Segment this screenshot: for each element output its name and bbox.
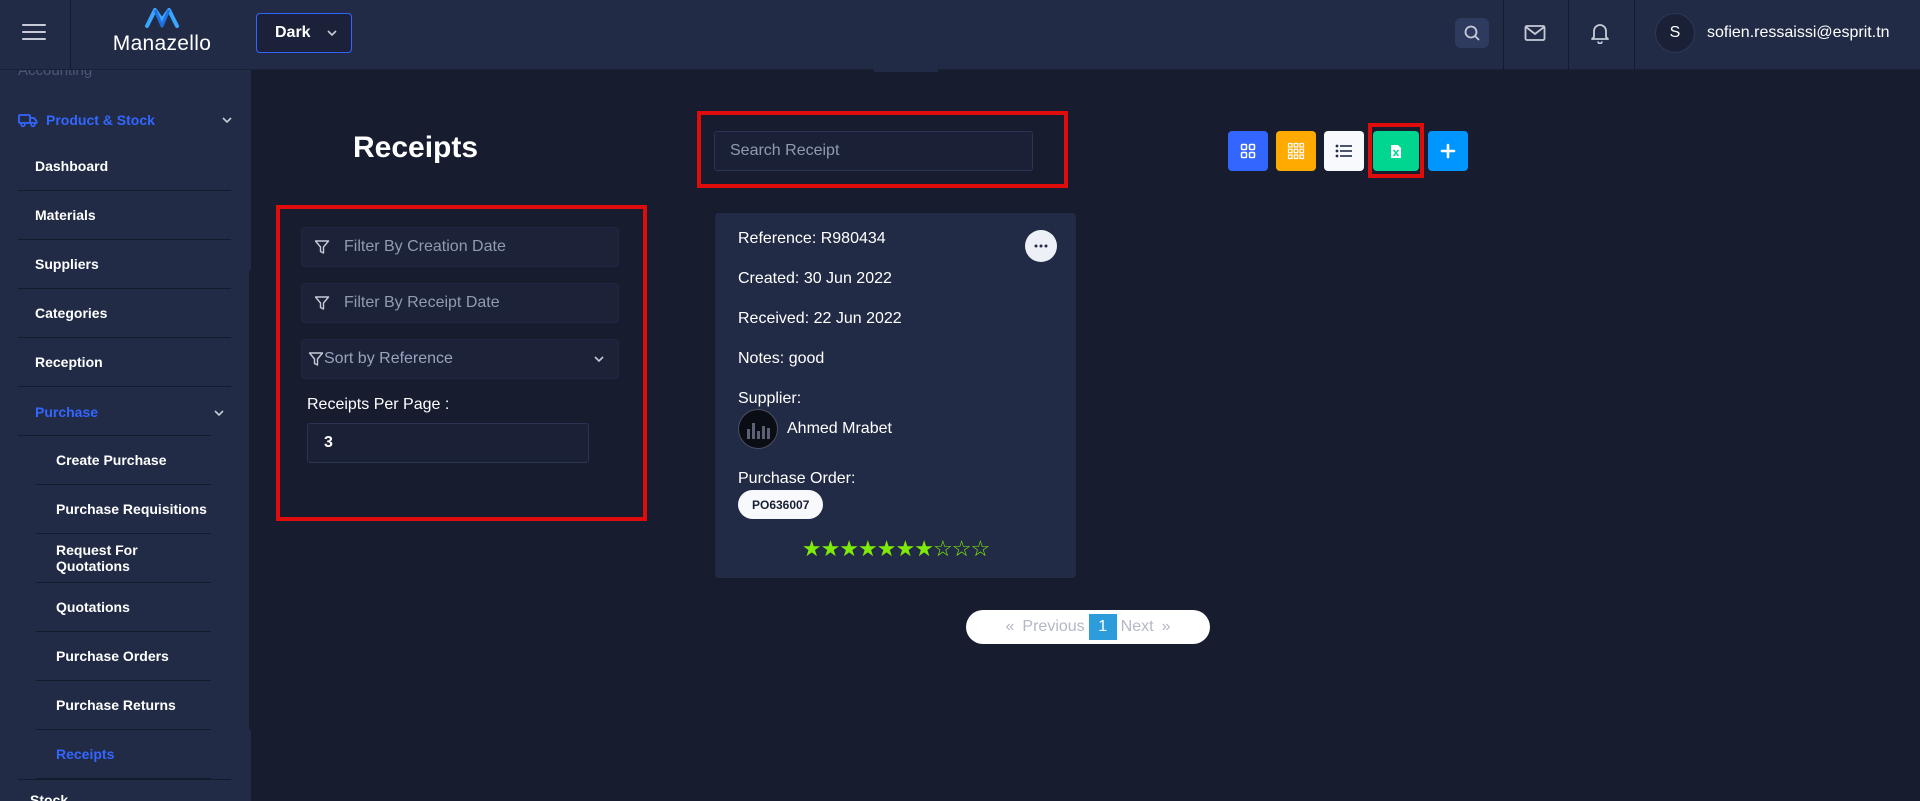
receipt-created-date: Created: 30 Jun 2022 <box>738 270 892 287</box>
receipt-date-placeholder: Filter By Receipt Date <box>344 294 500 311</box>
purchase-order-badge[interactable]: PO636007 <box>738 490 824 519</box>
sidebar-item-stock[interactable]: Stock <box>30 792 68 801</box>
page-title: Receipts <box>353 131 479 164</box>
sidebar-item-dashboard[interactable]: Dashboard <box>18 142 231 191</box>
sort-select[interactable]: Sort by Reference <box>301 339 619 379</box>
sidebar-section-label: Product & Stock <box>46 112 155 128</box>
app-logo[interactable]: Manazello <box>110 6 214 56</box>
logo-mark-icon <box>145 8 179 28</box>
sidebar-item-reception[interactable]: Reception <box>18 338 231 387</box>
receipt-date-filter[interactable]: Filter By Receipt Date <box>301 283 619 323</box>
receipt-reference: Reference: R980434 <box>738 230 886 247</box>
receipt-notes: Notes: good <box>738 350 825 367</box>
current-page[interactable]: 1 <box>1088 614 1117 640</box>
sort-select-value: Sort by Reference <box>324 350 453 367</box>
truck-icon <box>18 114 38 128</box>
supplier-label: Supplier: <box>738 390 802 407</box>
creation-date-placeholder: Filter By Creation Date <box>344 238 506 255</box>
tiles-view-icon <box>1287 142 1305 160</box>
theme-select[interactable]: Dark <box>256 13 352 53</box>
star-filled-icon: ★ <box>914 536 934 561</box>
sidebar-item-request-for-quotations[interactable]: Request For Quotations <box>36 534 211 583</box>
more-options-button[interactable] <box>1025 230 1057 262</box>
star-empty-icon: ☆ <box>932 536 953 561</box>
bell-icon[interactable] <box>1583 18 1617 48</box>
user-menu[interactable]: S sofien.ressaissi@esprit.tn <box>1655 13 1890 53</box>
receipt-received-date: Received: 22 Jun 2022 <box>738 310 902 327</box>
supplier-avatar <box>738 409 778 449</box>
sidebar: Accounting Product & Stock Dashboard Mat… <box>0 70 251 801</box>
excel-export-button[interactable] <box>1373 131 1419 171</box>
theme-value: Dark <box>275 24 311 41</box>
user-email: sofien.ressaissi@esprit.tn <box>1707 24 1890 41</box>
header-divider <box>70 0 71 70</box>
sidebar-divider <box>18 779 231 780</box>
add-receipt-button[interactable] <box>1428 131 1468 171</box>
sidebar-item-purchase-returns[interactable]: Purchase Returns <box>36 681 211 730</box>
sidebar-scrollbar[interactable] <box>249 270 251 730</box>
receipt-card: Reference: R980434 Created: 30 Jun 2022 … <box>714 212 1077 579</box>
sidebar-section-product-stock[interactable]: Product & Stock <box>18 108 233 132</box>
sidebar-item-label: Purchase <box>35 403 99 420</box>
sidebar-item-purchase-requisitions[interactable]: Purchase Requisitions <box>36 485 211 534</box>
add-icon <box>1440 143 1456 159</box>
per-page-label: Receipts Per Page : <box>307 396 450 413</box>
tiles-view-button[interactable] <box>1276 131 1316 171</box>
sidebar-item-purchase[interactable]: Purchase <box>18 387 231 436</box>
sidebar-item-accounting[interactable]: Accounting <box>18 70 92 79</box>
star-filled-icon: ★ <box>858 536 878 561</box>
grid-view-icon <box>1240 143 1256 159</box>
chevron-down-icon <box>327 30 337 37</box>
sidebar-item-receipts[interactable]: Receipts <box>36 730 211 779</box>
filter-icon <box>302 239 342 255</box>
menu-toggle-icon[interactable] <box>22 24 46 42</box>
supplier-info[interactable]: Ahmed Mrabet <box>738 409 892 449</box>
first-page-link[interactable]: « <box>1002 618 1019 636</box>
chevron-down-icon <box>214 410 224 417</box>
excel-export-icon <box>1391 144 1401 158</box>
previous-page-link[interactable]: Previous <box>1018 618 1088 636</box>
star-filled-icon: ★ <box>876 536 897 561</box>
last-page-link[interactable]: » <box>1158 618 1175 636</box>
purchase-order-label: Purchase Order: <box>738 470 856 487</box>
app-name: Manazello <box>112 32 212 55</box>
rating-stars: ★★★★★★★☆☆☆ <box>715 536 1076 562</box>
creation-date-filter[interactable]: Filter By Creation Date <box>301 227 619 267</box>
header-divider <box>1568 0 1569 70</box>
star-empty-icon: ☆ <box>951 536 972 561</box>
star-filled-icon: ★ <box>820 536 841 561</box>
star-filled-icon: ★ <box>801 536 822 561</box>
search-input[interactable] <box>714 131 1033 171</box>
star-filled-icon: ★ <box>895 536 916 561</box>
star-empty-icon: ☆ <box>970 536 990 561</box>
list-view-icon <box>1335 144 1352 158</box>
sidebar-item-categories[interactable]: Categories <box>18 289 231 338</box>
supplier-name: Ahmed Mrabet <box>787 420 892 437</box>
more-horizontal-icon <box>1034 244 1048 248</box>
sidebar-item-quotations[interactable]: Quotations <box>36 583 211 632</box>
star-filled-icon: ★ <box>839 536 859 561</box>
filter-icon <box>302 295 342 311</box>
chevron-down-icon <box>222 117 232 124</box>
header-divider <box>1503 0 1504 70</box>
next-page-link[interactable]: Next <box>1117 618 1158 636</box>
sidebar-item-materials[interactable]: Materials <box>18 191 231 240</box>
sidebar-item-suppliers[interactable]: Suppliers <box>18 240 231 289</box>
sidebar-item-create-purchase[interactable]: Create Purchase <box>36 436 211 485</box>
chevron-down-icon <box>594 356 604 363</box>
mail-icon[interactable] <box>1518 18 1552 48</box>
filter-icon <box>308 351 324 367</box>
search-icon[interactable] <box>1455 18 1489 48</box>
per-page-input[interactable] <box>307 423 589 463</box>
header-divider <box>1634 0 1635 70</box>
header-tab-indicator <box>874 68 938 72</box>
grid-view-button[interactable] <box>1228 131 1268 171</box>
list-view-button[interactable] <box>1324 131 1364 171</box>
sidebar-item-purchase-orders[interactable]: Purchase Orders <box>36 632 211 681</box>
top-header: Manazello Dark S sofien.ressaissi@esprit… <box>0 0 1920 70</box>
avatar: S <box>1655 13 1695 53</box>
pagination: « Previous 1 Next » <box>966 610 1210 644</box>
